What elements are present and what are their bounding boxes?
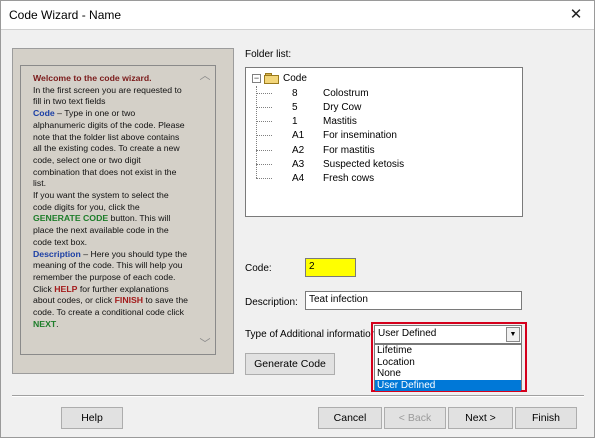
tree-item-code: A3 [292, 159, 305, 170]
tree-item-name: For insemination [323, 130, 397, 142]
help-keyword-finish: FINISH [114, 295, 144, 306]
tree-item[interactable]: A4 Fresh cows [256, 172, 374, 186]
folder-list-label: Folder list: [245, 49, 292, 60]
tree-item[interactable]: A3 Suspected ketosis [256, 158, 404, 172]
tree-root[interactable]: − Code [252, 72, 307, 85]
help-paragraph: Click [33, 283, 55, 294]
tree-item-code: 5 [292, 101, 298, 113]
back-button[interactable]: < Back [384, 407, 446, 429]
help-keyword-code: Code [33, 108, 55, 119]
help-scrollbar[interactable]: ︿ ﹀ [197, 66, 213, 354]
collapse-icon[interactable]: − [252, 74, 261, 83]
tree-item-name: Suspected ketosis [323, 159, 405, 170]
finish-button[interactable]: Finish [515, 407, 577, 429]
folder-icon [264, 73, 280, 84]
code-label: Code: [245, 263, 272, 274]
tree-item-name: Colostrum [323, 87, 369, 99]
tree-item-code: 8 [292, 87, 298, 99]
help-paragraph: In the first screen you are requested to… [33, 84, 182, 107]
cancel-button[interactable]: Cancel [318, 407, 382, 429]
help-paragraph: – Type in one or two alphanumeric digits… [33, 108, 185, 189]
tree-item[interactable]: A2 For mastitis [256, 143, 375, 157]
code-wizard-dialog: Code Wizard - Name ✕ Welcome to the code… [0, 0, 595, 438]
tree-item[interactable]: 1 Mastitis [256, 115, 357, 129]
help-keyword-generate: GENERATE CODE [33, 213, 109, 224]
scroll-down-icon[interactable]: ﹀ [199, 338, 211, 350]
help-keyword-next: NEXT [33, 318, 57, 329]
scroll-up-icon[interactable]: ︿ [199, 70, 211, 82]
select-value: User Defined [378, 328, 437, 339]
tree-item[interactable]: A1 For insemination [256, 129, 397, 143]
code-input[interactable]: 2 [305, 258, 356, 277]
tree-item-name: For mastitis [323, 144, 375, 156]
generate-code-button[interactable]: Generate Code [245, 353, 335, 375]
help-keyword-help: HELP [54, 283, 78, 294]
type-option[interactable]: Location [375, 357, 521, 369]
dropdown-arrow-icon[interactable]: ▼ [506, 327, 520, 342]
next-button[interactable]: Next > [448, 407, 513, 429]
type-options-list[interactable]: Lifetime Location None User Defined [374, 344, 522, 391]
tree-item-code: A2 [292, 144, 305, 156]
tree-item-name: Fresh cows [323, 173, 375, 185]
help-paragraph: If you want the system to select the cod… [33, 190, 169, 212]
type-option[interactable]: None [375, 368, 521, 380]
type-option[interactable]: Lifetime [375, 345, 521, 357]
window-title: Code Wizard - Name [9, 8, 122, 22]
help-panel: Welcome to the code wizard. In the first… [20, 65, 216, 355]
help-text: Welcome to the code wizard. In the first… [33, 73, 188, 330]
description-label: Description: [245, 297, 298, 308]
folder-tree[interactable]: − Code 8 Colostrum 5 Dry Cow 1 Mastitis A1 For … [245, 67, 523, 217]
tree-item-code: A4 [292, 173, 305, 185]
help-keyword-description: Description [33, 248, 81, 259]
help-button[interactable]: Help [61, 407, 123, 429]
title-bar: Code Wizard - Name ✕ [1, 1, 594, 29]
help-welcome-heading: Welcome to the code wizard. [33, 73, 152, 83]
type-additional-info-select[interactable]: User Defined ▼ [374, 325, 522, 344]
title-divider [1, 29, 594, 30]
type-option[interactable]: User Defined [375, 379, 521, 391]
tree-item-name: Mastitis [323, 116, 357, 128]
description-input[interactable]: Teat infection [305, 291, 522, 310]
type-additional-info-label: Type of Additional information [245, 329, 377, 340]
tree-item[interactable]: 5 Dry Cow [256, 100, 361, 114]
tree-item-code: 1 [292, 116, 298, 128]
help-paragraph: . [56, 318, 59, 329]
tree-root-label: Code [283, 73, 307, 84]
tree-item-code: A1 [292, 130, 305, 142]
tree-item[interactable]: 8 Colostrum [256, 86, 369, 100]
close-button[interactable]: ✕ [564, 5, 588, 25]
tree-item-name: Dry Cow [323, 101, 362, 113]
